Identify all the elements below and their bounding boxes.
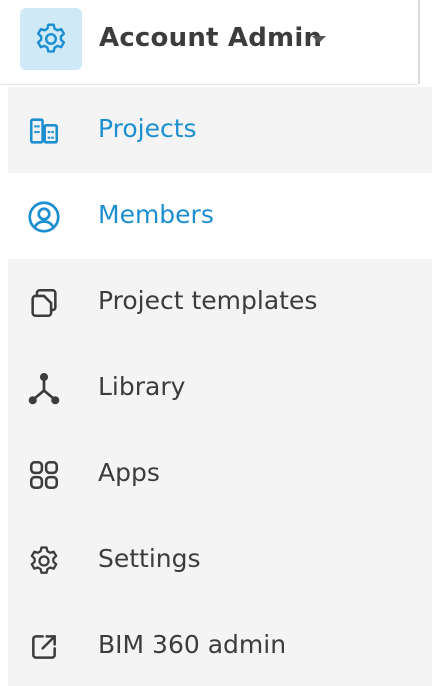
module-title: Account Admin xyxy=(99,23,323,53)
sidebar-item-project-templates[interactable]: Project templates xyxy=(8,259,432,345)
header-divider xyxy=(418,0,420,84)
network-icon xyxy=(24,369,64,409)
sidebar-item-label: Library xyxy=(98,372,186,401)
sidebar-item-bim-360-admin[interactable]: BIM 360 admin xyxy=(8,603,432,686)
sidebar-item-label: BIM 360 admin xyxy=(98,630,287,659)
sidebar-item-label: Apps xyxy=(98,458,160,487)
gear-icon xyxy=(24,541,64,581)
sidebar-item-apps[interactable]: Apps xyxy=(8,431,432,517)
sidebar-item-projects[interactable]: Projects xyxy=(8,87,432,173)
external-link-icon xyxy=(24,627,64,667)
sidebar-nav: Projects Members Project templates Libra… xyxy=(8,87,432,686)
gear-icon xyxy=(20,8,82,70)
sidebar-item-library[interactable]: Library xyxy=(8,345,432,431)
buildings-icon xyxy=(24,111,64,151)
apps-grid-icon xyxy=(24,455,64,495)
chevron-down-icon[interactable] xyxy=(312,36,326,43)
sidebar-item-label: Settings xyxy=(98,544,201,573)
module-switcher[interactable]: Account Admin xyxy=(0,0,418,85)
copy-icon xyxy=(24,283,64,323)
sidebar-item-label: Projects xyxy=(98,114,197,143)
sidebar-item-label: Project templates xyxy=(98,286,318,315)
user-circle-icon xyxy=(24,197,64,237)
account-admin-sidebar: Account Admin Projects Members Project t… xyxy=(0,0,432,686)
sidebar-item-settings[interactable]: Settings xyxy=(8,517,432,603)
sidebar-item-members[interactable]: Members xyxy=(8,173,432,259)
sidebar-item-label: Members xyxy=(98,200,214,229)
